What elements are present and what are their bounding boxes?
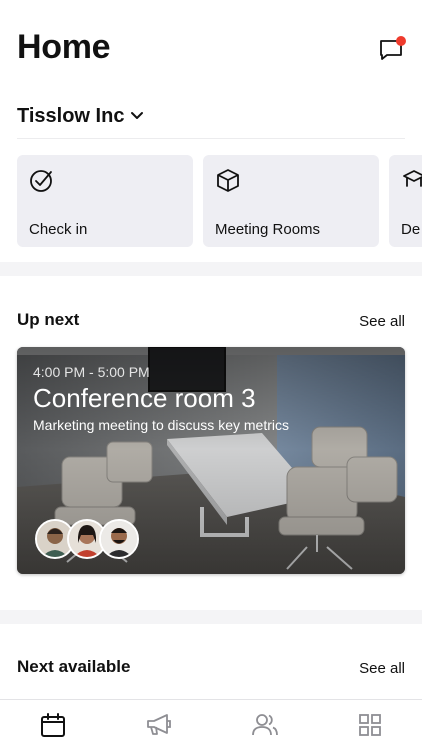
notification-dot — [396, 36, 406, 46]
meeting-rooms-card[interactable]: Meeting Rooms — [203, 155, 379, 247]
event-room: Conference room 3 — [33, 383, 256, 413]
next-available-title: Next available — [17, 657, 131, 676]
calendar-icon — [41, 713, 65, 737]
section-separator — [0, 262, 422, 276]
page-title: Home — [17, 28, 111, 66]
grid-icon — [359, 714, 381, 736]
up-next-see-all-button[interactable]: See all — [359, 313, 405, 330]
section-separator — [0, 610, 422, 624]
people-icon — [252, 714, 278, 736]
tab-people[interactable] — [251, 712, 278, 738]
megaphone-icon — [147, 714, 171, 735]
tab-calendar[interactable] — [40, 712, 66, 738]
header: Home — [0, 0, 422, 90]
next-available-see-all-button[interactable]: See all — [359, 660, 405, 677]
event-time: 4:00 PM - 5:00 PM — [33, 364, 150, 380]
check-in-label: Check in — [29, 221, 88, 238]
chevron-down-icon — [131, 112, 144, 119]
check-in-card[interactable]: Check in — [17, 155, 193, 247]
up-next-title: Up next — [17, 310, 80, 329]
upcoming-event-card[interactable]: 4:00 PM - 5:00 PM Conference room 3 Mark… — [17, 347, 405, 574]
tab-announcements[interactable] — [145, 712, 171, 738]
desks-label: De — [401, 221, 421, 238]
event-description: Marketing meeting to discuss key metrics — [33, 417, 289, 433]
org-switcher[interactable]: Tisslow Inc — [17, 102, 144, 130]
messages-button[interactable] — [378, 36, 408, 66]
divider — [17, 138, 405, 139]
desk-icon — [403, 170, 422, 187]
meeting-rooms-label: Meeting Rooms — [215, 221, 321, 238]
org-name: Tisslow Inc — [17, 104, 125, 127]
check-circle-icon — [30, 170, 52, 192]
desks-card[interactable]: De — [389, 155, 422, 247]
tab-more[interactable] — [357, 712, 383, 738]
tab-bar — [0, 699, 422, 750]
quick-actions: Check in Meeting Rooms De — [17, 155, 422, 247]
cube-icon — [217, 169, 239, 192]
avatar — [99, 519, 139, 559]
